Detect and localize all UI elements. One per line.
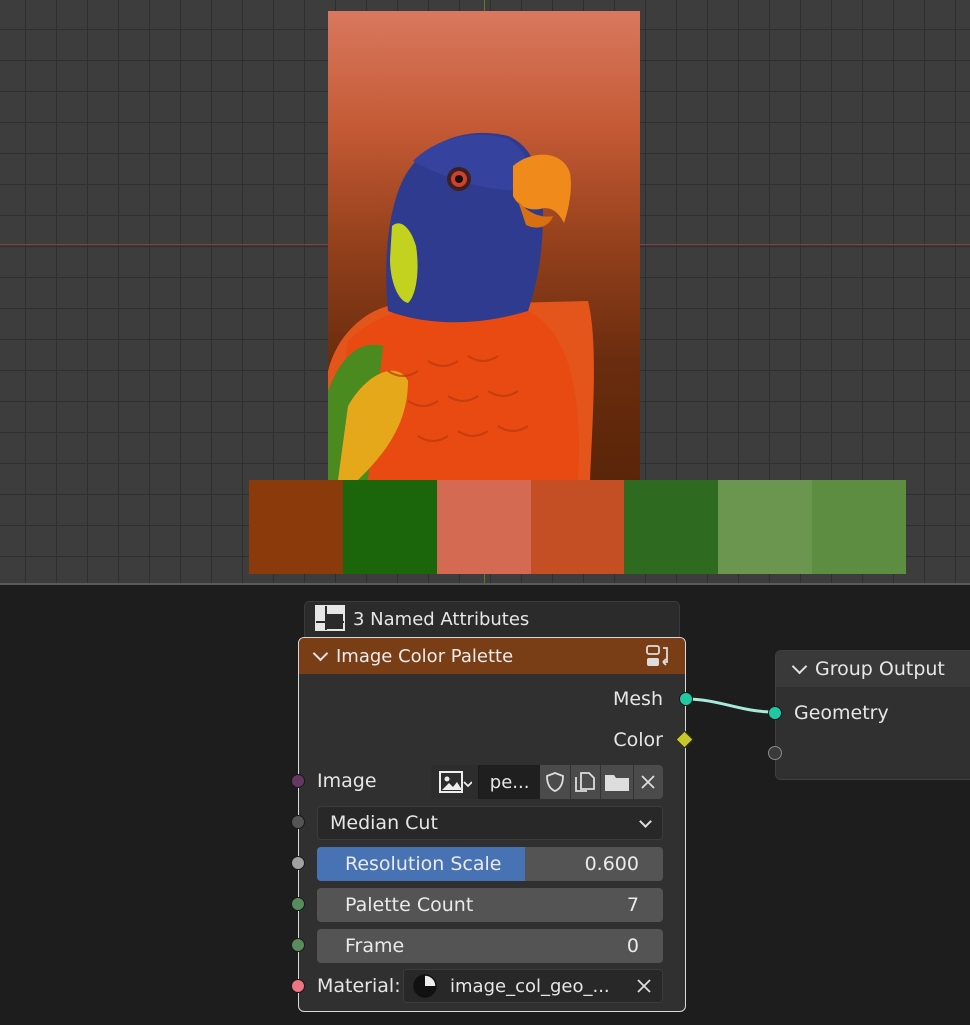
frame-socket[interactable] bbox=[291, 938, 305, 952]
material-sphere-icon bbox=[412, 973, 438, 999]
chevron-down-icon bbox=[639, 815, 652, 828]
duplicate-icon[interactable] bbox=[570, 765, 602, 799]
resolution-scale-slider[interactable]: Resolution Scale 0.600 bbox=[317, 847, 663, 881]
palette-count-socket[interactable] bbox=[291, 897, 305, 911]
image-color-palette-node[interactable]: Image Color Palette Mesh Color Image pe.… bbox=[291, 637, 694, 1012]
collapse-chevron-icon[interactable] bbox=[312, 645, 329, 662]
spreadsheet-icon bbox=[315, 604, 345, 635]
output-color-label: Color bbox=[613, 729, 663, 751]
material-label: Material: bbox=[317, 975, 401, 997]
palette-count-field[interactable]: Palette Count 7 bbox=[317, 888, 663, 922]
image-selector[interactable]: pe... bbox=[431, 765, 663, 799]
node-group-icon[interactable] bbox=[645, 644, 671, 672]
image-name-field[interactable]: pe... bbox=[479, 765, 541, 799]
named-attributes-label: 3 Named Attributes bbox=[353, 609, 530, 630]
image-input-label: Image bbox=[317, 770, 377, 792]
method-dropdown[interactable]: Median Cut bbox=[317, 806, 663, 840]
image-browse-icon[interactable] bbox=[431, 765, 480, 799]
palette-count-value: 7 bbox=[626, 894, 639, 916]
material-selector[interactable]: image_col_geo_... bbox=[403, 969, 663, 1003]
method-input-socket[interactable] bbox=[291, 815, 305, 829]
geometry-label: Geometry bbox=[794, 702, 889, 724]
named-attributes-header[interactable]: 3 Named Attributes bbox=[304, 601, 680, 637]
resolution-scale-label: Resolution Scale bbox=[345, 853, 502, 875]
frame-value: 0 bbox=[626, 935, 639, 957]
group-output-node[interactable]: Group Output Geometry bbox=[768, 650, 970, 780]
mesh-output-socket[interactable] bbox=[679, 692, 693, 706]
geometry-input-socket[interactable] bbox=[768, 706, 782, 720]
group-output-header[interactable]: Group Output bbox=[776, 651, 970, 687]
empty-input-socket[interactable] bbox=[768, 746, 782, 760]
close-icon[interactable] bbox=[633, 765, 663, 799]
frame-label: Frame bbox=[345, 935, 405, 957]
material-name[interactable]: image_col_geo_... bbox=[450, 976, 610, 997]
collapse-chevron-icon[interactable] bbox=[791, 658, 808, 675]
open-folder-icon[interactable] bbox=[601, 765, 634, 799]
fake-user-shield-icon[interactable] bbox=[540, 765, 571, 799]
node-title: Image Color Palette bbox=[336, 645, 514, 667]
node-header[interactable]: Image Color Palette bbox=[299, 638, 685, 674]
method-dropdown-value: Median Cut bbox=[330, 812, 438, 834]
resolution-scale-socket[interactable] bbox=[291, 856, 305, 870]
clear-material-icon[interactable] bbox=[636, 978, 652, 994]
resolution-scale-value: 0.600 bbox=[584, 853, 639, 875]
frame-field[interactable]: Frame 0 bbox=[317, 929, 663, 963]
output-mesh-label: Mesh bbox=[612, 688, 663, 710]
material-socket[interactable] bbox=[291, 979, 305, 993]
group-output-title: Group Output bbox=[815, 658, 945, 680]
palette-count-label: Palette Count bbox=[345, 894, 474, 916]
image-input-socket[interactable] bbox=[291, 774, 305, 788]
